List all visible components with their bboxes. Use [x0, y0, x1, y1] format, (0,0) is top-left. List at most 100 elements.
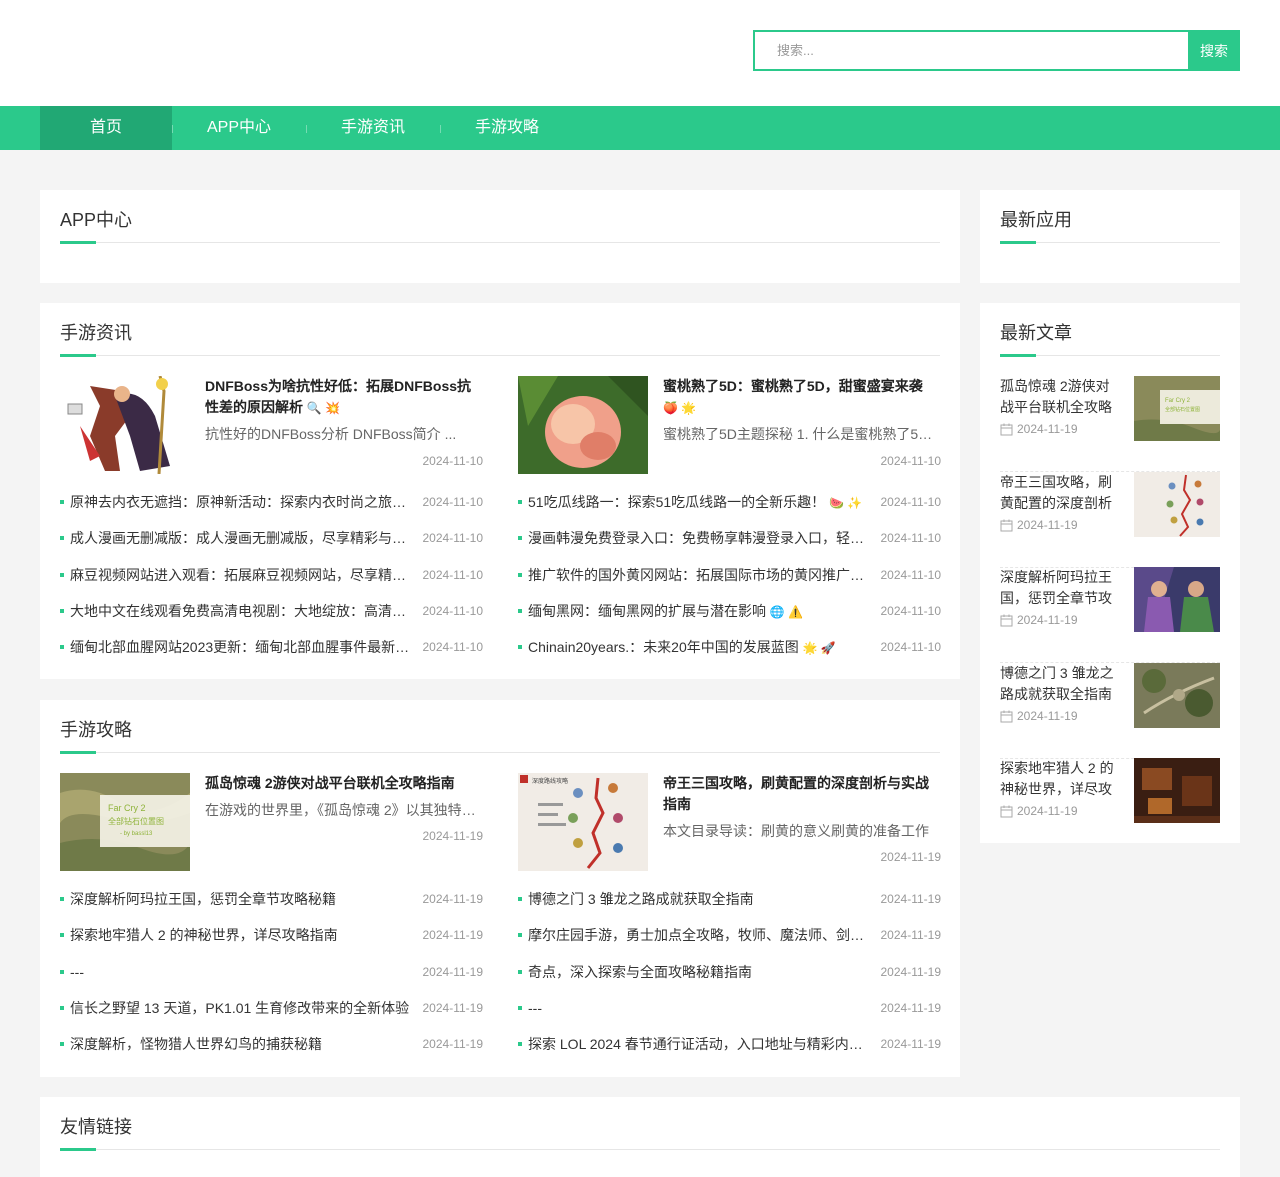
list-item-date: 2024-11-19 — [880, 892, 942, 906]
panel-header: 最新文章 — [1000, 320, 1220, 357]
article-thumbnail[interactable]: Far Cry 2 全部钻石位置图 - by bassl13 — [60, 773, 190, 871]
list-item[interactable]: 摩尔庄园手游，勇士加点全攻略，牧师、魔法师、剑士的最佳选择 2024-11-19 — [518, 925, 941, 945]
article-date: 2024-11-10 — [880, 454, 942, 468]
sidebar-article[interactable]: 孤岛惊魂 2游侠对战平台联机全攻略指南 2024-11-19 Far Cry 2… — [1000, 376, 1220, 472]
list-item[interactable]: 麻豆视频网站进入观看：拓展麻豆视频网站，尽享精彩内容 2024-11-10 — [60, 565, 483, 585]
list-item-date: 2024-11-19 — [422, 965, 484, 979]
article-date: 2024-11-19 — [422, 829, 484, 843]
list-item-title[interactable]: 奇点，深入探索与全面攻略秘籍指南 — [528, 962, 869, 982]
list-item[interactable]: --- 2024-11-19 — [518, 998, 941, 1018]
nav-item-app-center[interactable]: APP中心 — [173, 106, 305, 150]
list-item-title[interactable]: 51吃瓜线路一：探索51吃瓜线路一的全新乐趣！ 🍉 ✨ — [528, 492, 869, 513]
square-bullet — [518, 970, 522, 974]
list-item-title[interactable]: 深度解析阿玛拉王国，惩罚全章节攻略秘籍 — [70, 889, 411, 909]
list-item-title[interactable]: 漫画韩漫免费登录入口：免费畅享韩漫登录入口，轻松阅读 — [528, 528, 869, 548]
sidebar-article[interactable]: 深度解析阿玛拉王国，惩罚全章节攻略秘籍 2024-11-19 — [1000, 567, 1220, 663]
list-item-title[interactable]: 信长之野望 13 天道，PK1.01 生育修改带来的全新体验 — [70, 998, 411, 1018]
svg-text:深度路线攻略: 深度路线攻略 — [532, 777, 568, 785]
article-thumbnail[interactable] — [60, 376, 190, 474]
list-item-title[interactable]: 原神去内衣无遮挡：原神新活动：探索内衣时尚之旅的无遮挡体验 — [70, 492, 411, 512]
featured-article[interactable]: DNFBoss为啥抗性好低：拓展DNFBoss抗性差的原因解析 🔍 💥 抗性好的… — [60, 376, 483, 476]
panel-header: 友情链接 — [60, 1114, 1220, 1151]
square-bullet — [60, 897, 64, 901]
nav-item-game-guides[interactable]: 手游攻略 — [441, 106, 573, 150]
panel-title[interactable]: 手游资讯 — [60, 320, 940, 346]
article-thumbnail[interactable]: 深度路线攻略 — [518, 773, 648, 871]
list-item[interactable]: 奇点，深入探索与全面攻略秘籍指南 2024-11-19 — [518, 962, 941, 982]
search-button[interactable]: 搜索 — [1188, 30, 1240, 71]
list-item[interactable]: 大地中文在线观看免费高清电视剧：大地绽放：高清剧集免费观看 2024-11-10 — [60, 601, 483, 621]
list-item[interactable]: 原神去内衣无遮挡：原神新活动：探索内衣时尚之旅的无遮挡体验 2024-11-10 — [60, 492, 483, 512]
list-item[interactable]: 深度解析阿玛拉王国，惩罚全章节攻略秘籍 2024-11-19 — [60, 889, 483, 909]
square-bullet — [60, 645, 64, 649]
title-underline — [60, 241, 96, 244]
featured-article[interactable]: 蜜桃熟了5D：蜜桃熟了5D，甜蜜盛宴来袭 🍑 🌟 蜜桃熟了5D主题探秘 1. 什… — [518, 376, 941, 476]
calendar-icon — [1000, 805, 1013, 817]
list-item-title[interactable]: 缅甸黑网：缅甸黑网的扩展与潜在影响 🌐 ⚠️ — [528, 601, 869, 622]
list-item[interactable]: 探索 LOL 2024 春节通行证活动，入口地址与精彩内容全解析 2024-11-… — [518, 1034, 941, 1054]
list-item-title[interactable]: --- — [528, 998, 869, 1018]
featured-article[interactable]: Far Cry 2 全部钻石位置图 - by bassl13 孤岛惊魂 2游侠对… — [60, 773, 483, 873]
list-item-title[interactable]: 缅甸北部血腥网站2023更新：缅甸北部血腥事件最新进展 — [70, 637, 411, 657]
list-item[interactable]: 缅甸北部血腥网站2023更新：缅甸北部血腥事件最新进展 2024-11-10 — [60, 637, 483, 657]
list-item[interactable]: --- 2024-11-19 — [60, 962, 483, 982]
list-item[interactable]: 博德之门 3 雏龙之路成就获取全指南 2024-11-19 — [518, 889, 941, 909]
sidebar-article-title[interactable]: 帝王三国攻略，刷黄配置的深度剖析与实战指南 — [1000, 472, 1120, 514]
panel-title[interactable]: APP中心 — [60, 207, 940, 233]
list-item[interactable]: 漫画韩漫免费登录入口：免费畅享韩漫登录入口，轻松阅读 2024-11-10 — [518, 528, 941, 548]
list-item[interactable]: 探索地牢猎人 2 的神秘世界，详尽攻略指南 2024-11-19 — [60, 925, 483, 945]
article-title[interactable]: DNFBoss为啥抗性好低：拓展DNFBoss抗性差的原因解析 🔍 💥 — [205, 376, 483, 418]
article-excerpt: 抗性好的DNFBoss分析 DNFBoss简介 ... — [205, 426, 457, 442]
list-item[interactable]: 推广软件的国外黄冈网站：拓展国际市场的黄冈推广软件 2024-11-10 — [518, 565, 941, 585]
search-input[interactable] — [753, 30, 1188, 71]
list-item-title[interactable]: --- — [70, 962, 411, 982]
square-bullet — [518, 933, 522, 937]
list-item[interactable]: 缅甸黑网：缅甸黑网的扩展与潜在影响 🌐 ⚠️ 2024-11-10 — [518, 601, 941, 621]
list-item-title[interactable]: 摩尔庄园手游，勇士加点全攻略，牧师、魔法师、剑士的最佳选择 — [528, 925, 869, 945]
sidebar-article-date: 2024-11-19 — [1000, 518, 1078, 532]
list-item-title[interactable]: 探索地牢猎人 2 的神秘世界，详尽攻略指南 — [70, 925, 411, 945]
panel-header: APP中心 — [60, 207, 940, 244]
panel-title[interactable]: 手游攻略 — [60, 717, 940, 743]
nav-item-home[interactable]: 首页 — [40, 106, 172, 150]
list-item-date: 2024-11-10 — [880, 568, 942, 582]
sidebar-article-title[interactable]: 博德之门 3 雏龙之路成就获取全指南 — [1000, 663, 1120, 705]
title-underline — [60, 1148, 96, 1151]
article-thumbnail[interactable] — [518, 376, 648, 474]
article-title[interactable]: 帝王三国攻略，刷黄配置的深度剖析与实战指南 — [663, 773, 941, 815]
article-title[interactable]: 孤岛惊魂 2游侠对战平台联机全攻略指南 — [205, 773, 483, 794]
sidebar-article[interactable]: 探索地牢猎人 2 的神秘世界，详尽攻略指南 2024-11-19 — [1000, 758, 1220, 854]
list-item-title[interactable]: 大地中文在线观看免费高清电视剧：大地绽放：高清剧集免费观看 — [70, 601, 411, 621]
sidebar-article[interactable]: 帝王三国攻略，刷黄配置的深度剖析与实战指南 2024-11-19 — [1000, 472, 1220, 568]
sidebar-article-title[interactable]: 深度解析阿玛拉王国，惩罚全章节攻略秘籍 — [1000, 567, 1120, 609]
app-center-panel: APP中心 — [40, 190, 960, 283]
list-item-date: 2024-11-10 — [422, 568, 484, 582]
sidebar-article-thumbnail[interactable] — [1134, 758, 1220, 823]
list-item-title[interactable]: 推广软件的国外黄冈网站：拓展国际市场的黄冈推广软件 — [528, 565, 869, 585]
sidebar-article-title[interactable]: 孤岛惊魂 2游侠对战平台联机全攻略指南 — [1000, 376, 1120, 418]
list-item[interactable]: 成人漫画无删减版：成人漫画无删减版，尽享精彩与感动 2024-11-10 — [60, 528, 483, 548]
list-item[interactable]: 信长之野望 13 天道，PK1.01 生育修改带来的全新体验 2024-11-19 — [60, 998, 483, 1018]
list-item-title[interactable]: 探索 LOL 2024 春节通行证活动，入口地址与精彩内容全解析 — [528, 1034, 869, 1054]
sidebar-article-thumbnail[interactable] — [1134, 663, 1220, 728]
list-item[interactable]: 深度解析，怪物猎人世界幻鸟的捕获秘籍 2024-11-19 — [60, 1034, 483, 1054]
list-item[interactable]: Chinain20years.：未来20年中国的发展蓝图 🌟 🚀 2024-11-… — [518, 637, 941, 657]
sidebar-article-thumbnail[interactable] — [1134, 567, 1220, 632]
list-item-title[interactable]: 麻豆视频网站进入观看：拓展麻豆视频网站，尽享精彩内容 — [70, 565, 411, 585]
title-underline — [60, 354, 96, 357]
title-underline — [1000, 354, 1036, 357]
list-item-title[interactable]: Chinain20years.：未来20年中国的发展蓝图 🌟 🚀 — [528, 637, 869, 658]
nav-item-game-news[interactable]: 手游资讯 — [307, 106, 439, 150]
list-item-title[interactable]: 深度解析，怪物猎人世界幻鸟的捕获秘籍 — [70, 1034, 411, 1054]
sidebar-article-thumbnail[interactable]: Far Cry 2 全部钻石位置图 — [1134, 376, 1220, 441]
list-item[interactable]: 51吃瓜线路一：探索51吃瓜线路一的全新乐趣！ 🍉 ✨ 2024-11-10 — [518, 492, 941, 512]
list-item-title[interactable]: 博德之门 3 雏龙之路成就获取全指南 — [528, 889, 869, 909]
list-item-date: 2024-11-19 — [422, 928, 484, 942]
sidebar-article[interactable]: 博德之门 3 雏龙之路成就获取全指南 2024-11-19 — [1000, 663, 1220, 759]
sidebar-article-title[interactable]: 探索地牢猎人 2 的神秘世界，详尽攻略指南 — [1000, 758, 1120, 800]
list-item-title[interactable]: 成人漫画无删减版：成人漫画无删减版，尽享精彩与感动 — [70, 528, 411, 548]
article-title[interactable]: 蜜桃熟了5D：蜜桃熟了5D，甜蜜盛宴来袭 🍑 🌟 — [663, 376, 941, 418]
featured-article[interactable]: 深度路线攻略 帝王三国攻略，刷黄配置的深度剖析与实战指南 本文目录导读：刷黄的意… — [518, 773, 941, 873]
list-item-date: 2024-11-19 — [422, 1037, 484, 1051]
sidebar-article-thumbnail[interactable] — [1134, 472, 1220, 537]
